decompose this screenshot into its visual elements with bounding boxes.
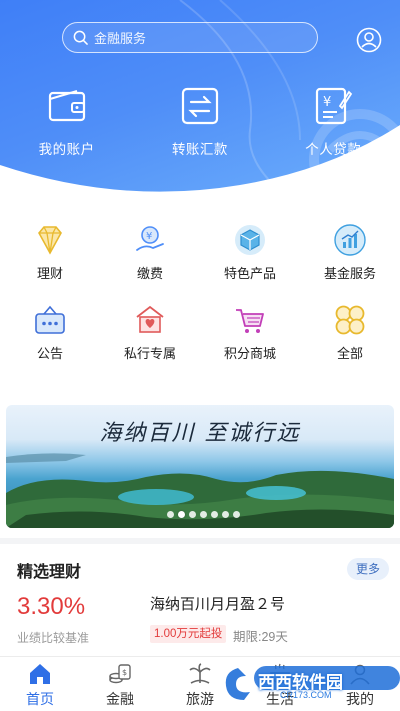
quick-action-transfer[interactable]: 转账汇款 — [133, 86, 266, 158]
service-label: 特色产品 — [223, 266, 276, 281]
service-all[interactable]: 全部 — [300, 303, 400, 383]
banner-slogan: 海纳百川 至诚行远 — [99, 421, 301, 446]
carousel-dot[interactable] — [167, 511, 174, 518]
quick-actions: 我的账户 转账汇款 ¥ 个人贷款 — [0, 86, 400, 158]
service-label: 基金服务 — [323, 266, 376, 281]
service-special-products[interactable]: 特色产品 — [200, 223, 300, 303]
all-grid-icon — [335, 305, 365, 335]
svg-text:¥: ¥ — [146, 231, 152, 242]
search-placeholder: 金融服务 — [94, 31, 147, 46]
private-bank-icon — [136, 305, 164, 333]
tab-home[interactable]: 首页 — [0, 657, 80, 711]
tab-label: 旅游 — [186, 691, 214, 707]
cart-icon — [236, 309, 264, 333]
svg-text:¥: ¥ — [323, 95, 331, 110]
cube-icon — [235, 225, 265, 255]
carousel-dot[interactable] — [200, 511, 207, 518]
service-label: 公告 — [36, 346, 63, 361]
service-payment[interactable]: ¥ 缴费 — [100, 223, 200, 303]
tab-finance[interactable]: $ 金融 — [80, 657, 160, 711]
carousel-dot[interactable] — [233, 511, 240, 518]
service-points-mall[interactable]: 积分商城 — [200, 303, 300, 383]
carousel-indicators[interactable] — [167, 511, 240, 518]
home-icon — [30, 664, 50, 684]
product-rate[interactable]: 3.30% — [17, 593, 85, 621]
service-label: 全部 — [336, 346, 363, 361]
product-term: 期限:29天 — [233, 630, 288, 644]
promo-banner[interactable]: 海纳百川 至诚行远 — [6, 405, 394, 528]
service-wealth[interactable]: 理财 — [0, 223, 100, 303]
fund-chart-icon — [334, 224, 366, 256]
carousel-dot[interactable] — [222, 511, 229, 518]
notice-icon — [35, 305, 65, 334]
service-label: 私行专属 — [123, 346, 176, 361]
product-name[interactable]: 海纳百川月月盈２号 — [150, 593, 285, 614]
quick-action-label: 个人贷款 — [305, 142, 362, 157]
search-icon — [73, 30, 88, 45]
svg-text:$: $ — [122, 668, 127, 677]
finance-icon: $ — [109, 664, 131, 684]
service-label: 积分商城 — [223, 346, 276, 361]
service-grid: 理财 ¥ 缴费 特色产品 基金服务 公告 私行专属 积分商城 全部 — [0, 205, 400, 388]
payment-icon: ¥ — [136, 226, 164, 251]
diamond-icon — [38, 226, 62, 255]
header-banner: 金融服务 我的账户 转账汇款 ¥ 个人贷款 — [0, 0, 400, 205]
wallet-icon — [48, 89, 85, 122]
service-fund[interactable]: 基金服务 — [300, 223, 400, 303]
tab-label: 金融 — [106, 691, 134, 707]
search-bar[interactable]: 金融服务 — [62, 22, 318, 53]
quick-action-loan[interactable]: ¥ 个人贷款 — [267, 86, 400, 158]
more-button[interactable]: 更多 — [347, 558, 389, 580]
banner-section: 海纳百川 至诚行远 — [0, 388, 400, 538]
service-private-bank[interactable]: 私行专属 — [100, 303, 200, 383]
transfer-icon — [181, 87, 219, 125]
min-investment-tag: 1.00万元起投 — [150, 625, 227, 643]
tab-label: 首页 — [26, 691, 54, 707]
quick-action-label: 我的账户 — [38, 142, 95, 157]
carousel-dot[interactable] — [189, 511, 196, 518]
service-label: 理财 — [36, 266, 63, 281]
featured-wealth-section: 精选理财 更多 3.30% 业绩比较基准 海纳百川月月盈２号 1.00万元起投 … — [0, 544, 400, 656]
quick-action-my-account[interactable]: 我的账户 — [0, 86, 133, 158]
quick-action-label: 转账汇款 — [171, 142, 228, 157]
watermark-domain: CR173.COM — [280, 690, 332, 700]
site-watermark: 西西软件园 CR173.COM — [220, 660, 400, 710]
loan-icon: ¥ — [316, 87, 353, 125]
service-label: 缴费 — [136, 266, 163, 281]
carousel-dot[interactable] — [211, 511, 218, 518]
user-profile-icon[interactable] — [356, 27, 382, 53]
service-notice[interactable]: 公告 — [0, 303, 100, 383]
section-title: 精选理财 — [17, 564, 82, 581]
travel-icon — [189, 663, 211, 684]
carousel-dot[interactable] — [178, 511, 185, 518]
rate-label: 业绩比较基准 — [17, 631, 90, 645]
